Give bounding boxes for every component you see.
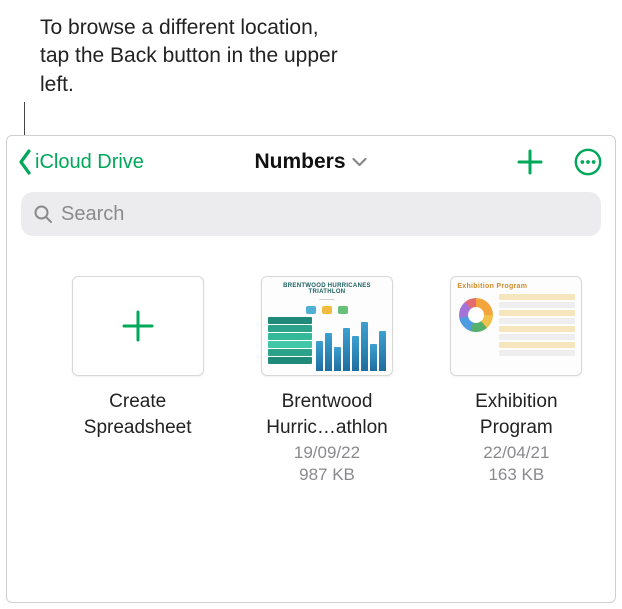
nav-bar: iCloud Drive Numbers <box>7 136 615 188</box>
thumbnail-chart-icon: Exhibition Program <box>451 277 581 375</box>
file-grid: Create Spreadsheet BRENTWOOD HURRICANES … <box>7 248 615 496</box>
search-input[interactable] <box>61 203 589 226</box>
folder-title-dropdown[interactable]: Numbers <box>254 150 367 174</box>
file-thumbnail[interactable]: BRENTWOOD HURRICANES TRIATHLON ——— <box>261 276 393 376</box>
search-field[interactable] <box>21 192 601 236</box>
plus-icon <box>118 306 158 346</box>
callout-text: To browse a different location, tap the … <box>40 14 340 99</box>
thumbnail-chart-icon: BRENTWOOD HURRICANES TRIATHLON ——— <box>262 277 392 375</box>
item-title: Program <box>480 416 553 440</box>
search-bar-container <box>7 188 615 248</box>
item-title: Create <box>109 390 166 414</box>
file-item[interactable]: BRENTWOOD HURRICANES TRIATHLON ——— <box>252 276 401 486</box>
item-size: 987 KB <box>299 464 355 486</box>
item-title: Hurric…athlon <box>266 416 387 440</box>
folder-title-label: Numbers <box>254 150 345 174</box>
back-button[interactable]: iCloud Drive <box>17 149 144 175</box>
more-icon <box>573 147 603 177</box>
add-button[interactable] <box>513 145 547 179</box>
search-icon <box>33 204 53 224</box>
back-button-label: iCloud Drive <box>35 151 144 174</box>
nav-actions <box>513 145 605 179</box>
plus-icon <box>516 148 544 176</box>
file-item[interactable]: Exhibition Program <box>442 276 591 486</box>
item-title: Spreadsheet <box>84 416 192 440</box>
file-browser-window: iCloud Drive Numbers <box>6 135 616 603</box>
item-size: 163 KB <box>488 464 544 486</box>
create-spreadsheet-item[interactable]: Create Spreadsheet <box>63 276 212 486</box>
file-thumbnail[interactable]: Exhibition Program <box>450 276 582 376</box>
item-title: Exhibition <box>475 390 557 414</box>
item-date: 19/09/22 <box>294 442 360 464</box>
create-spreadsheet-tile[interactable] <box>72 276 204 376</box>
more-button[interactable] <box>571 145 605 179</box>
item-date: 22/04/21 <box>483 442 549 464</box>
chevron-down-icon <box>352 157 368 167</box>
item-title: Brentwood <box>282 390 373 414</box>
chevron-left-icon <box>17 149 33 175</box>
